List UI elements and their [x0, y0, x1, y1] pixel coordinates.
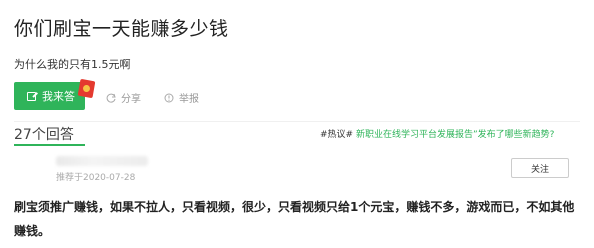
hot-topic-text: 新职业在线学习平台发展报告”发布了哪些新趋势? [355, 130, 555, 140]
answer-count: 27个回答 [14, 127, 74, 143]
share-label: 分享 [121, 94, 141, 105]
red-packet-icon[interactable] [77, 78, 96, 99]
report-label: 举报 [179, 94, 199, 105]
edit-icon [27, 91, 36, 101]
follow-button[interactable]: 关注 [511, 158, 569, 178]
hot-topic-tag: #热议# [320, 130, 354, 140]
question-title: 你们刷宝一天能赚多少钱 [14, 18, 229, 40]
report-icon [164, 93, 174, 102]
answer-button-label: 我来答 [42, 90, 75, 103]
section-divider [14, 121, 580, 122]
question-description: 为什么我的只有1.5元啊 [14, 58, 131, 71]
report-button[interactable]: 举报 [164, 90, 199, 105]
answerer-name-blurred [56, 156, 148, 166]
share-icon [106, 93, 116, 103]
share-button[interactable]: 分享 [106, 90, 141, 105]
answer-count-underline [14, 144, 85, 146]
answer-meta: 推荐于2020-07-28 [56, 173, 136, 183]
answer-button[interactable]: 我来答 [14, 82, 85, 110]
answer-content: 刷宝须推广赚钱，如果不拉人，只看视频，很少，只看视频只给1个元宝，赚钱不多，游戏… [14, 200, 575, 238]
hot-topic-link[interactable]: #热议# 新职业在线学习平台发展报告”发布了哪些新趋势? [320, 127, 554, 140]
